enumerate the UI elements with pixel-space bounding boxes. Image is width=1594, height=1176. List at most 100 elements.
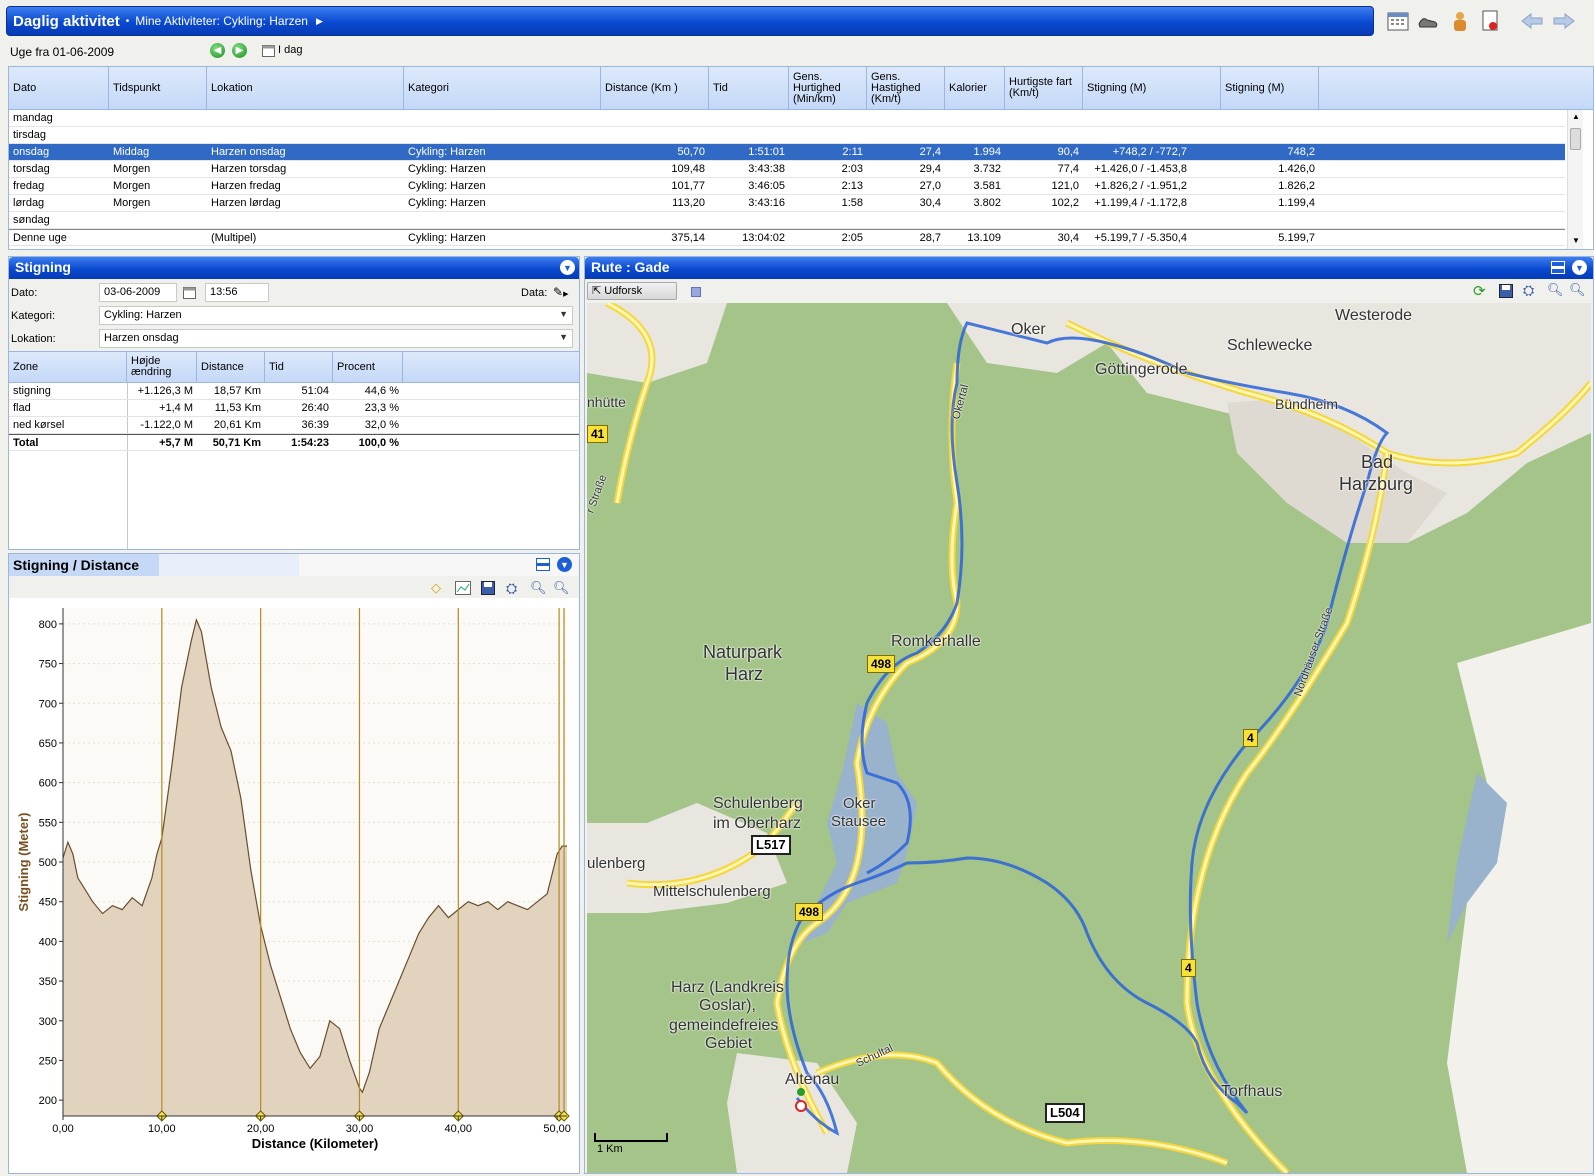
cursor-icon: ⇱ [592,285,602,297]
col-zone-tid[interactable]: Tid [265,352,333,382]
chart-panel-header: Stigning / Distance ▼ [9,554,579,576]
cell-stigning1: +748,2 / -772,7 [1112,146,1187,158]
document-icon[interactable] [1478,9,1502,33]
shoe-icon[interactable] [1416,9,1440,33]
kategori-select[interactable]: Cykling: Harzen ▼ [99,306,573,325]
title-bar: Daglig aktivitet • Mine Aktiviteter: Cyk… [6,6,1374,36]
x-tick-label: 40,00 [445,1123,473,1135]
lokation-dropdown-icon[interactable]: ▼ [559,332,568,342]
cell-fart: 121,0 [1051,180,1079,192]
back-arrow-icon[interactable] [1520,9,1544,33]
map-panel-title: Rute : Gade [591,259,670,275]
col-hojde[interactable]: Højde ændring [127,352,197,382]
activity-table-header: Dato Tidspunkt Lokation Kategori Distanc… [9,67,1593,110]
fit-icon[interactable]: ⛭ [506,580,517,597]
refresh-icon[interactable]: ⟳ [1473,282,1486,300]
save-icon[interactable] [481,581,495,598]
select-area-icon[interactable] [691,287,701,297]
zoom-out-icon[interactable]: 🔍︎ [530,580,547,596]
breadcrumb[interactable]: Mine Aktiviteter: Cykling: Harzen [135,14,308,28]
marker-icon[interactable]: ◇ [431,580,441,596]
next-week-icon[interactable]: ▶ [232,43,247,58]
zone-row[interactable]: ned kørsel -1.122,0 M 20,61 Km 36:39 32,0 % [9,417,579,434]
zone-row[interactable]: flad +1,4 M 11,53 Km 26:40 23,3 % [9,400,579,417]
cell-hastighed: 29,4 [919,163,941,175]
table-row[interactable]: onsdag Middag Harzen onsdag Cykling: Harzen… [9,144,1565,161]
cell-dato: torsdag [13,163,50,175]
table-row[interactable]: fredag Morgen Harzen fredag Cykling: Harzen… [9,178,1565,195]
zoom-in-icon[interactable]: 🔍︎ [553,580,570,596]
chart-layout-icon[interactable] [536,558,550,571]
time-field[interactable]: 13:56 [205,283,269,302]
table-row[interactable]: lørdag Morgen Harzen lørdag Cykling: Harzen… [9,195,1565,212]
map-panel-menu-icon[interactable]: ▼ [1572,260,1587,275]
map-save-icon[interactable] [1499,284,1513,301]
y-tick-label: 400 [39,936,57,948]
map-label-oker-stausee-1: Oker [843,795,876,812]
col-tidspunkt[interactable]: Tidspunkt [109,67,207,109]
zone-row[interactable]: stigning +1.126,3 M 18,57 Km 51:04 44,6 % [9,383,579,400]
col-procent[interactable]: Procent [333,352,403,382]
col-stigning-2[interactable]: Stigning (M) [1221,67,1319,109]
col-fart[interactable]: Hurtigste fart (Km/t) [1005,67,1083,109]
stigning-panel-menu-icon[interactable]: ▼ [560,260,575,275]
col-kategori[interactable]: Kategori [404,67,601,109]
kategori-dropdown-icon[interactable]: ▼ [559,309,568,319]
zone-total-row[interactable]: Total +5,7 M 50,71 Km 1:54:23 100,0 % [9,434,579,451]
table-row[interactable]: mandag [9,110,1565,127]
col-dato[interactable]: Dato [9,67,109,109]
scrollbar-thumb[interactable] [1570,128,1581,150]
zone-cell-distance: 11,53 Km [214,402,261,414]
chart-type-icon[interactable] [455,581,471,598]
col-distance[interactable]: Distance (Km ) [601,67,709,109]
today-button[interactable]: I dag [278,44,302,56]
zone-cell-tid: 51:04 [301,385,329,397]
date-picker-icon[interactable] [183,286,196,302]
explore-button[interactable]: ⇱ Udforsk [587,282,677,300]
col-tid[interactable]: Tid [709,67,789,109]
forward-arrow-icon[interactable] [1552,9,1576,33]
table-row[interactable]: Denne uge (Multipel) Cykling: Harzen 375,14… [9,229,1565,246]
col-kalorier[interactable]: Kalorier [945,67,1005,109]
cell-hurtighed: 2:13 [841,180,863,192]
previous-week-icon[interactable]: ◀ [210,43,225,58]
cell-kategori: Cykling: Harzen [408,232,486,244]
cell-hastighed: 27,4 [919,146,941,158]
lokation-select[interactable]: Harzen onsdag ▼ [99,329,573,348]
map-zoom-out-icon[interactable]: 🔍︎ [1547,282,1564,298]
road-sign-41: 41 [587,425,609,443]
col-zone[interactable]: Zone [9,352,127,382]
chart-panel-menu-icon[interactable]: ▼ [557,557,572,572]
cell-tid: 3:43:38 [748,163,785,175]
cell-kalorier: 3.732 [973,163,1001,175]
zone-cell-hojde: +1.126,3 M [137,385,193,397]
dato-field[interactable]: 03-06-2009 [99,283,177,302]
y-tick-label: 650 [39,738,57,750]
map-layout-icon[interactable] [1551,261,1565,274]
table-row[interactable]: tirsdag [9,127,1565,144]
col-hurtighed[interactable]: Gens. Hurtighed (Min/km) [789,67,867,109]
map-canvas[interactable]: Westerode Schlewecke Oker Göttingerode B… [587,303,1591,1173]
breadcrumb-arrow-icon[interactable]: ▶ [316,16,323,27]
col-stigning-1[interactable]: Stigning (M) [1083,67,1221,109]
calendar-view-icon[interactable] [1386,9,1410,33]
table-row[interactable]: søndag [9,212,1565,229]
table-row[interactable]: torsdag Morgen Harzen torsdag Cykling: Harz… [9,161,1565,178]
scroll-up-icon[interactable]: ▲ [1572,112,1580,121]
cell-hurtighed: 2:05 [841,232,863,244]
edit-pencil-icon[interactable]: ✎▶ [553,285,568,299]
cell-fart: 102,2 [1051,197,1079,209]
activity-table-scrollbar[interactable]: ▲ ▼ [1567,110,1583,249]
calendar-icon[interactable] [262,44,275,60]
y-tick-label: 700 [39,698,57,710]
athlete-icon[interactable] [1448,9,1472,33]
col-lokation[interactable]: Lokation [207,67,404,109]
map-zoom-in-icon[interactable]: 🔍︎ [1569,282,1586,298]
map-fit-icon[interactable]: ⛭ [1523,282,1534,299]
col-hastighed[interactable]: Gens. Hastighed (Km/t) [867,67,945,109]
scroll-down-icon[interactable]: ▼ [1572,236,1580,245]
cell-dato: tirsdag [13,129,47,141]
col-zone-distance[interactable]: Distance [197,352,265,382]
elevation-chart[interactable]: 200 250 300 350 400 450 500 550 600 650 700 750 800 0… [9,598,579,1173]
cell-kategori: Cykling: Harzen [408,197,486,209]
